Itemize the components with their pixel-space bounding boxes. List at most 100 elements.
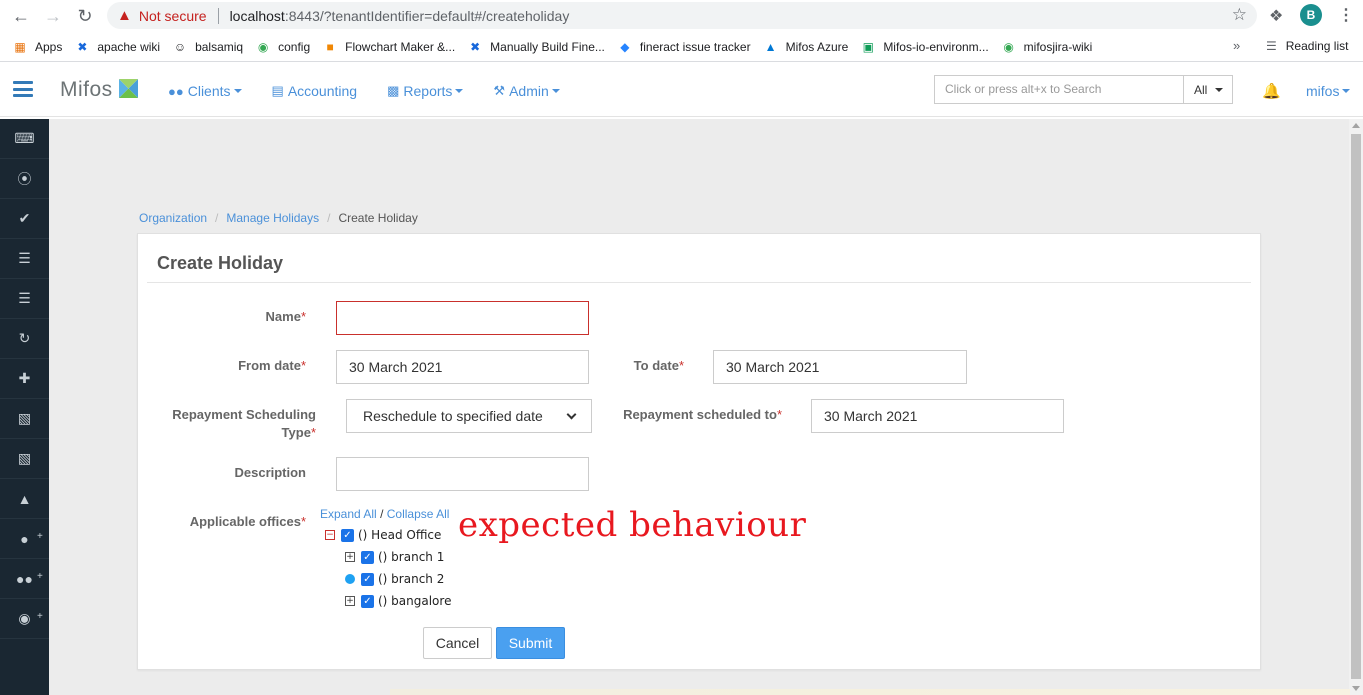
scroll-down-arrow-icon[interactable] xyxy=(1352,686,1360,691)
bookmark-config[interactable]: ◉ config xyxy=(255,39,310,55)
bookmark-mifosjira-wiki[interactable]: ◉ mifosjira-wiki xyxy=(1001,39,1092,55)
user-menu[interactable]: mifos xyxy=(1306,83,1351,99)
nav-clients[interactable]: ●● Clients xyxy=(168,83,242,99)
submit-button[interactable]: Submit xyxy=(496,627,565,659)
collapse-icon[interactable]: − xyxy=(325,530,335,540)
folder-icon[interactable]: ▧ xyxy=(0,399,49,439)
breadcrumb-manage-holidays[interactable]: Manage Holidays xyxy=(226,211,319,225)
bookmark-apache-wiki[interactable]: ✖ apache wiki xyxy=(74,39,160,55)
page-title: Create Holiday xyxy=(157,253,284,273)
name-label: Name* xyxy=(265,309,306,324)
expand-icon[interactable]: + xyxy=(345,596,355,606)
azure-icon: ▲ xyxy=(764,39,777,54)
notifications-bell-icon[interactable]: 🔔 xyxy=(1262,82,1281,100)
nav-accounting[interactable]: ▤ Accounting xyxy=(272,83,358,99)
taskbar-strip xyxy=(390,689,1350,695)
scroll-thumb[interactable] xyxy=(1351,134,1361,679)
description-input[interactable] xyxy=(336,457,589,491)
browser-menu-icon[interactable]: ⋮ xyxy=(1338,5,1354,25)
tree-controls-separator: / xyxy=(380,507,384,521)
office-checkbox[interactable]: ✓ xyxy=(361,594,374,608)
bell-icon[interactable]: ▲ xyxy=(0,479,49,519)
brand-logo[interactable]: Mifos xyxy=(60,78,139,102)
keyboard-icon[interactable]: ⌨ xyxy=(0,119,49,159)
extensions-icon[interactable]: ❖ xyxy=(1269,6,1283,26)
scroll-up-arrow-icon[interactable] xyxy=(1352,123,1360,128)
bookmark-mifos-io-env[interactable]: ▣ Mifos-io-environm... xyxy=(860,39,989,55)
top-nav: ●● Clients ▤ Accounting ▩ Reports ⚒ Admin xyxy=(168,65,590,117)
to-date-label: To date* xyxy=(633,358,684,373)
to-date-input[interactable]: 30 March 2021 xyxy=(713,350,967,384)
cancel-button[interactable]: Cancel xyxy=(423,627,492,659)
search-scope-select[interactable]: All xyxy=(1183,75,1233,104)
collapse-all-link[interactable]: Collapse All xyxy=(387,507,450,521)
caret-down-icon xyxy=(233,89,242,93)
scheduled-to-input[interactable]: 30 March 2021 xyxy=(811,399,1064,433)
confluence-icon: ✖ xyxy=(470,39,481,54)
nav-admin[interactable]: ⚒ Admin xyxy=(493,83,560,99)
scheduling-type-select[interactable]: Reschedule to specified date xyxy=(346,399,592,433)
refresh-icon[interactable]: ↻ xyxy=(0,319,49,359)
tree-node-branch-1: + ✓ () branch 1 xyxy=(345,550,445,564)
breadcrumb-separator: / xyxy=(215,211,219,225)
bookmark-build[interactable]: ✖ Manually Build Fine... xyxy=(467,39,605,55)
bookmarks-bar: ▦ Apps ✖ apache wiki ☺ balsamiq ◉ config ■ Fl… xyxy=(0,32,1363,62)
breadcrumb-organization[interactable]: Organization xyxy=(139,211,207,225)
name-input[interactable] xyxy=(336,301,589,335)
user-plus-icon[interactable]: ● + xyxy=(0,519,49,559)
reading-list[interactable]: ☰ Reading list xyxy=(1266,39,1348,53)
scheduling-type-label: Repayment Scheduling Type* xyxy=(172,407,316,440)
from-date-input[interactable]: 30 March 2021 xyxy=(336,350,589,384)
description-label: Description xyxy=(234,465,306,480)
map-marker-plus-icon[interactable]: ◉ + xyxy=(0,599,49,639)
from-date-label: From date* xyxy=(238,358,306,373)
caret-down-icon xyxy=(1215,87,1224,92)
warning-icon: ▲ xyxy=(117,7,132,24)
url-text[interactable]: localhost:8443/?tenantIdentifier=default… xyxy=(230,8,570,24)
bookmark-flowchart[interactable]: ■ Flowchart Maker &... xyxy=(322,39,456,55)
bookmark-fineract-tracker[interactable]: ◆ fineract issue tracker xyxy=(617,39,750,55)
list-icon[interactable]: ☰ xyxy=(0,239,49,279)
breadcrumb-current: Create Holiday xyxy=(338,211,418,225)
address-bar[interactable]: ▲ Not secure localhost:8443/?tenantIdent… xyxy=(107,2,1257,29)
checkmark-icon[interactable]: ✔ xyxy=(0,199,49,239)
list-alt-icon[interactable]: ☰ xyxy=(0,279,49,319)
page-scrollbar[interactable] xyxy=(1349,119,1363,695)
breadcrumb-separator: / xyxy=(327,211,331,225)
sitemap-icon[interactable]: ▧ xyxy=(0,439,49,479)
globe-icon: ◉ xyxy=(257,39,269,54)
office-checkbox[interactable]: ✓ xyxy=(341,528,354,542)
security-indicator[interactable]: ▲ Not secure xyxy=(117,7,207,24)
compass-icon[interactable]: ⦿ xyxy=(0,159,49,199)
app-header: Mifos ●● Clients ▤ Accounting ▩ Reports ⚒ Ad… xyxy=(0,65,1363,117)
smiley-icon: ☺ xyxy=(173,39,187,54)
office-checkbox[interactable]: ✓ xyxy=(361,572,374,586)
profile-avatar[interactable]: B xyxy=(1300,4,1322,26)
confluence-icon: ✖ xyxy=(77,39,88,54)
more-bookmarks-icon[interactable]: » xyxy=(1233,38,1240,53)
search-input[interactable]: Click or press alt+x to Search xyxy=(934,75,1184,104)
caret-down-icon xyxy=(551,89,560,93)
bookmark-balsamiq[interactable]: ☺ balsamiq xyxy=(172,39,243,55)
applicable-offices-label: Applicable offices* xyxy=(189,514,306,529)
forward-icon[interactable]: → xyxy=(37,0,69,32)
globe-icon: ◉ xyxy=(1003,39,1014,54)
tree-node-bangalore: + ✓ () bangalore xyxy=(345,594,452,608)
drawio-icon: ■ xyxy=(326,39,334,54)
bookmark-mifos-azure[interactable]: ▲ Mifos Azure xyxy=(763,39,849,55)
browser-toolbar: ← → ↻ ▲ Not secure localhost:8443/?tenan… xyxy=(0,0,1363,32)
office-checkbox[interactable]: ✓ xyxy=(361,550,374,564)
tree-controls: Expand All / Collapse All xyxy=(320,507,449,521)
hamburger-menu-icon[interactable] xyxy=(13,81,33,97)
expand-icon[interactable]: + xyxy=(345,552,355,562)
expand-all-link[interactable]: Expand All xyxy=(320,507,377,521)
bookmark-star-icon[interactable]: ☆ xyxy=(1232,5,1247,25)
back-icon[interactable]: ← xyxy=(5,0,37,32)
group-plus-icon[interactable]: ●● + xyxy=(0,559,49,599)
plus-icon[interactable]: ✚ xyxy=(0,359,49,399)
apps-grid-icon: ▦ xyxy=(14,39,26,54)
bookmark-apps[interactable]: ▦ Apps xyxy=(12,39,62,55)
nav-reports[interactable]: ▩ Reports xyxy=(387,83,464,99)
reload-icon[interactable]: ↻ xyxy=(69,0,101,32)
create-holiday-card: Create Holiday xyxy=(137,233,1261,670)
